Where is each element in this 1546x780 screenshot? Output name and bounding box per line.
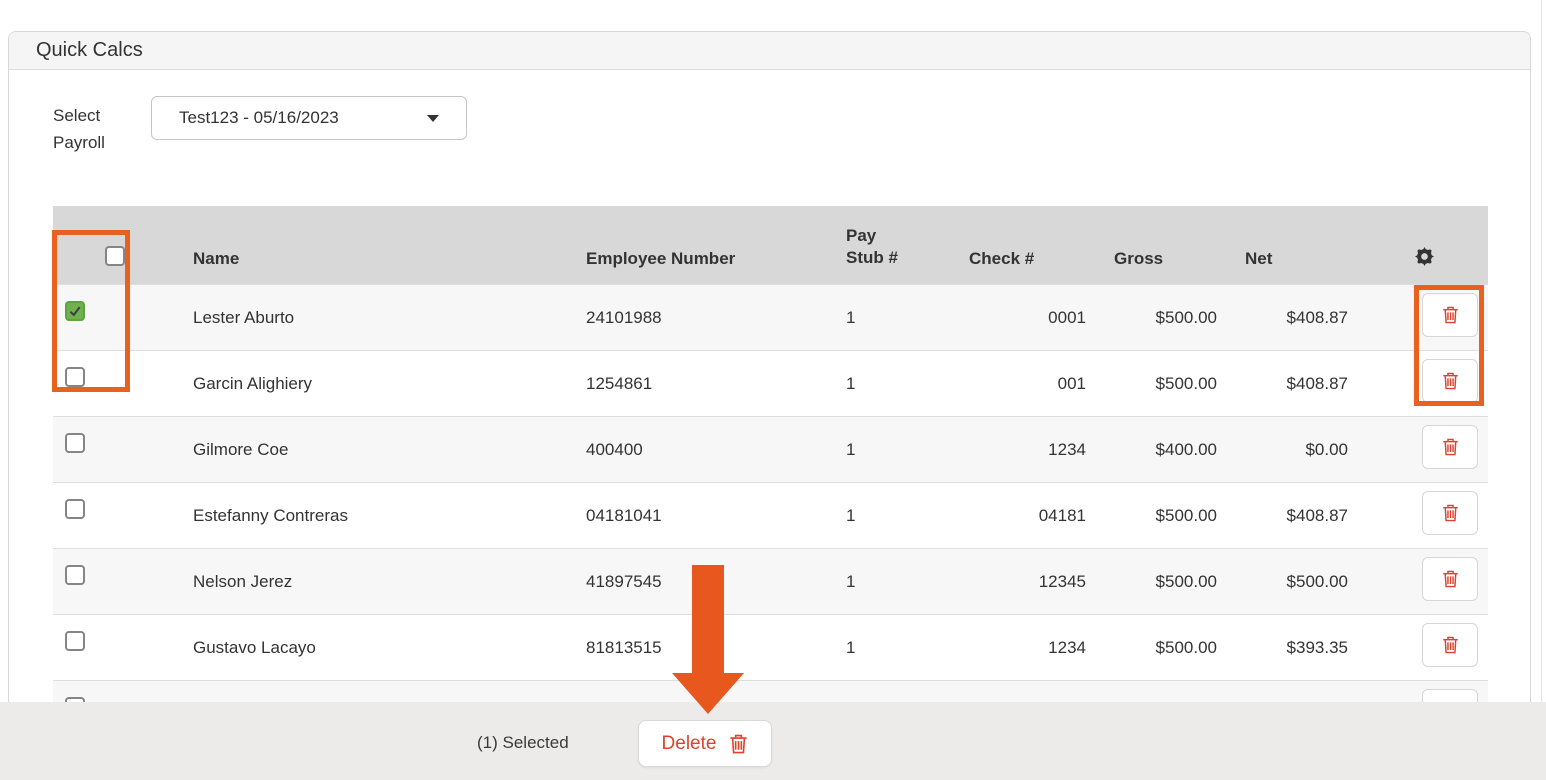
- name-cell: Estefanny Contreras: [177, 482, 570, 548]
- header-name: Name: [177, 206, 570, 284]
- trash-icon: [1442, 305, 1459, 324]
- row-checkbox[interactable]: [65, 631, 85, 651]
- employee-number-cell: 24101988: [570, 284, 830, 350]
- check-number-cell: 1234: [953, 614, 1098, 680]
- gear-icon[interactable]: [1415, 247, 1434, 266]
- net-cell: $408.87: [1229, 350, 1360, 416]
- check-number-cell: 1234: [953, 416, 1098, 482]
- row-delete-button[interactable]: [1422, 491, 1478, 535]
- check-number-cell: 0001: [953, 284, 1098, 350]
- pay-stub-cell: 1: [830, 416, 953, 482]
- row-checkbox[interactable]: [65, 565, 85, 585]
- panel-header: Quick Calcs: [9, 32, 1530, 70]
- net-cell: $500.00: [1229, 548, 1360, 614]
- action-footer: (1) Selected Delete: [0, 702, 1546, 780]
- row-checkbox[interactable]: [65, 499, 85, 519]
- pay-stub-cell: 1: [830, 284, 953, 350]
- select-cell: [53, 284, 177, 350]
- actions-cell: [1360, 482, 1488, 548]
- quick-calcs-panel: Quick Calcs Select Payroll Test123 - 05/…: [8, 31, 1531, 780]
- select-all-header: [53, 206, 177, 284]
- actions-cell: [1360, 416, 1488, 482]
- net-cell: $0.00: [1229, 416, 1360, 482]
- gross-cell: $500.00: [1098, 482, 1229, 548]
- pay-stub-cell: 1: [830, 350, 953, 416]
- select-cell: [53, 350, 177, 416]
- table-row: Gilmore Coe 400400 1 1234 $400.00 $0.00: [53, 416, 1488, 482]
- row-checkbox[interactable]: [65, 433, 85, 453]
- check-number-cell: 12345: [953, 548, 1098, 614]
- trash-icon: [1442, 569, 1459, 588]
- name-cell: Garcin Alighiery: [177, 350, 570, 416]
- net-cell: $408.87: [1229, 482, 1360, 548]
- header-settings: [1360, 206, 1488, 284]
- pay-stub-cell: 1: [830, 614, 953, 680]
- select-cell: [53, 416, 177, 482]
- gross-cell: $400.00: [1098, 416, 1229, 482]
- row-delete-button[interactable]: [1422, 623, 1478, 667]
- delete-selected-button[interactable]: Delete: [638, 720, 772, 767]
- gross-cell: $500.00: [1098, 350, 1229, 416]
- row-delete-button[interactable]: [1422, 359, 1478, 403]
- select-cell: [53, 614, 177, 680]
- net-cell: $393.35: [1229, 614, 1360, 680]
- table-row: Lester Aburto 24101988 1 0001 $500.00 $4…: [53, 284, 1488, 350]
- row-delete-button[interactable]: [1422, 425, 1478, 469]
- chevron-down-icon: [427, 115, 439, 122]
- actions-cell: [1360, 614, 1488, 680]
- select-all-checkbox[interactable]: [105, 246, 125, 266]
- net-cell: $408.87: [1229, 284, 1360, 350]
- row-checkbox[interactable]: [65, 367, 85, 387]
- select-cell: [53, 548, 177, 614]
- row-delete-button[interactable]: [1422, 293, 1478, 337]
- gross-cell: $500.00: [1098, 548, 1229, 614]
- actions-cell: [1360, 350, 1488, 416]
- payroll-dropdown[interactable]: Test123 - 05/16/2023: [151, 96, 467, 140]
- payroll-dropdown-value: Test123 - 05/16/2023: [179, 108, 427, 128]
- table-row: Nelson Jerez 41897545 1 12345 $500.00 $5…: [53, 548, 1488, 614]
- select-cell: [53, 482, 177, 548]
- table-row: Garcin Alighiery 1254861 1 001 $500.00 $…: [53, 350, 1488, 416]
- name-cell: Lester Aburto: [177, 284, 570, 350]
- row-checkbox[interactable]: [65, 301, 85, 321]
- select-payroll-label: Select Payroll: [53, 102, 131, 156]
- pay-stub-cell: 1: [830, 548, 953, 614]
- pay-stub-cell: 1: [830, 482, 953, 548]
- name-cell: Nelson Jerez: [177, 548, 570, 614]
- delete-button-label: Delete: [662, 733, 717, 755]
- header-employee-number: Employee Number: [570, 206, 830, 284]
- header-net: Net: [1229, 206, 1360, 284]
- checkmark-icon: [68, 304, 82, 318]
- row-delete-button[interactable]: [1422, 557, 1478, 601]
- check-number-cell: 001: [953, 350, 1098, 416]
- trash-icon: [1442, 437, 1459, 456]
- employee-number-cell: 1254861: [570, 350, 830, 416]
- actions-cell: [1360, 284, 1488, 350]
- window-scrollbar-track[interactable]: [1541, 0, 1542, 780]
- gross-cell: $500.00: [1098, 284, 1229, 350]
- employee-number-cell: 81813515: [570, 614, 830, 680]
- trash-icon: [1442, 503, 1459, 522]
- name-cell: Gilmore Coe: [177, 416, 570, 482]
- selected-count-text: (1) Selected: [477, 733, 569, 753]
- actions-cell: [1360, 548, 1488, 614]
- trash-icon: [1442, 371, 1459, 390]
- employee-number-cell: 41897545: [570, 548, 830, 614]
- trash-icon: [1442, 635, 1459, 654]
- table-body: Lester Aburto 24101988 1 0001 $500.00 $4…: [53, 284, 1488, 746]
- header-gross: Gross: [1098, 206, 1229, 284]
- trash-icon: [729, 733, 748, 754]
- header-check-number: Check #: [953, 206, 1098, 284]
- name-cell: Gustavo Lacayo: [177, 614, 570, 680]
- check-number-cell: 04181: [953, 482, 1098, 548]
- header-pay-stub: Pay Stub #: [830, 206, 953, 284]
- employee-number-cell: 400400: [570, 416, 830, 482]
- table-row: Estefanny Contreras 04181041 1 04181 $50…: [53, 482, 1488, 548]
- gross-cell: $500.00: [1098, 614, 1229, 680]
- table-row: Gustavo Lacayo 81813515 1 1234 $500.00 $…: [53, 614, 1488, 680]
- employee-number-cell: 04181041: [570, 482, 830, 548]
- page-title: Quick Calcs: [36, 39, 143, 62]
- table-header-row: Name Employee Number Pay Stub # Check # …: [53, 206, 1488, 284]
- payroll-table: Name Employee Number Pay Stub # Check # …: [53, 206, 1488, 746]
